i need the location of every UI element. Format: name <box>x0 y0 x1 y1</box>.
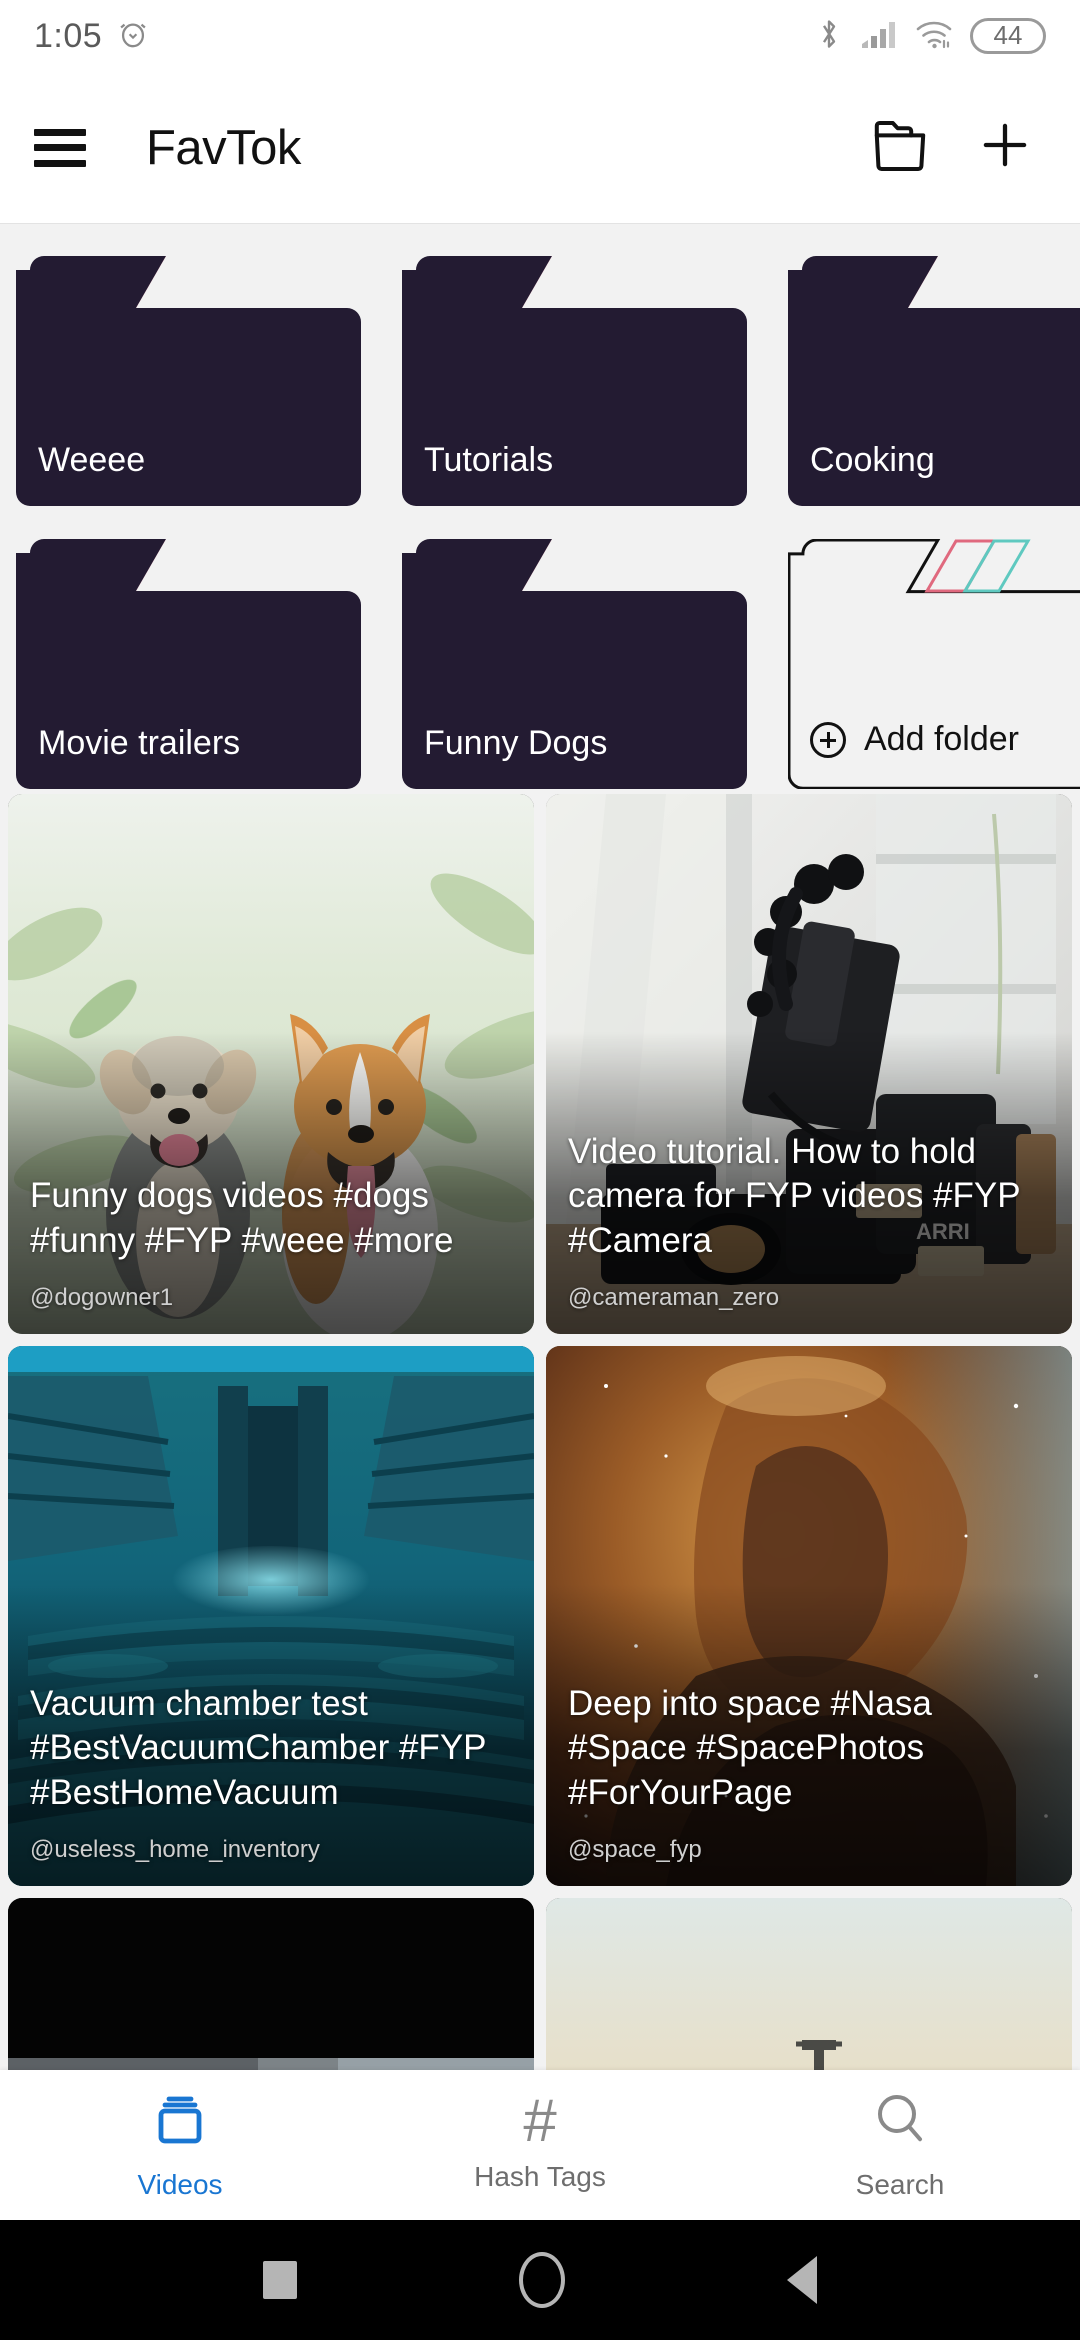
video-collection-icon <box>149 2090 211 2153</box>
search-icon <box>870 2090 930 2153</box>
plus-icon[interactable] <box>978 118 1032 177</box>
video-card[interactable] <box>8 1898 534 2070</box>
plus-circle-icon <box>810 721 846 758</box>
bottom-navigation: Videos # Hash Tags Search <box>0 2070 1080 2220</box>
triangle-back-icon[interactable] <box>787 2256 817 2304</box>
video-card[interactable]: Funny dogs videos #dogs #funny #FYP #wee… <box>8 794 534 1334</box>
video-meta: Deep into space #Nasa #Space #SpacePhoto… <box>546 1682 1072 1886</box>
video-thumbnail <box>546 1898 1072 2070</box>
square-recents-icon[interactable] <box>263 2261 297 2299</box>
video-title: Video tutorial. How to hold camera for F… <box>568 1131 1020 1261</box>
video-card[interactable] <box>546 1898 1072 2070</box>
phone-screen: 1:05 44 FavTok Weeee Tutorials Cooking M… <box>0 0 1080 2340</box>
folder-card[interactable]: Cooking <box>788 256 1080 506</box>
app-bar: FavTok <box>0 72 1080 224</box>
nav-item-hashtags[interactable]: # Hash Tags <box>360 2070 720 2220</box>
folder-label: Weeee <box>38 441 146 479</box>
app-bar-actions <box>872 118 1046 177</box>
folder-scroll-area[interactable]: Weeee Tutorials Cooking Movie trailers F… <box>0 224 1080 794</box>
video-card[interactable]: Deep into space #Nasa #Space #SpacePhoto… <box>546 1346 1072 1886</box>
video-title: Funny dogs videos #dogs #funny #FYP #wee… <box>30 1176 454 1261</box>
folder-card[interactable]: Funny Dogs <box>402 539 747 789</box>
folder-label: Funny Dogs <box>424 724 608 762</box>
video-meta: Funny dogs videos #dogs #funny #FYP #wee… <box>8 1174 534 1334</box>
nav-item-search[interactable]: Search <box>720 2070 1080 2220</box>
wifi-icon <box>914 18 954 55</box>
video-author: @dogowner1 <box>30 1284 174 1311</box>
video-author: @useless_home_inventory <box>30 1836 320 1863</box>
battery-indicator: 44 <box>970 17 1046 55</box>
folder-card[interactable]: Movie trailers <box>16 539 361 789</box>
folder-card[interactable]: Tutorials <box>402 256 747 506</box>
add-folder-card[interactable]: Add folder <box>787 538 1080 790</box>
nav-label-hashtags: Hash Tags <box>474 2161 606 2192</box>
status-bar-right: 44 <box>814 16 1046 57</box>
folder-card[interactable]: Weeee <box>16 256 361 506</box>
video-card[interactable]: Vacuum chamber test #BestVacuumChamber #… <box>8 1346 534 1886</box>
video-author: @space_fyp <box>568 1836 702 1863</box>
video-meta: Vacuum chamber test #BestVacuumChamber #… <box>8 1682 534 1886</box>
status-bar: 1:05 44 <box>0 0 1080 72</box>
folder-label: Cooking <box>810 441 935 479</box>
add-folder-label-wrap: Add folder <box>788 720 1041 789</box>
video-author: @cameraman_zero <box>568 1284 780 1311</box>
folder-icon[interactable] <box>872 119 928 176</box>
folder-grid: Weeee Tutorials Cooking Movie trailers F… <box>0 224 1080 790</box>
hash-icon: # <box>523 2087 557 2154</box>
folder-label: Movie trailers <box>38 724 241 762</box>
nav-label-videos: Videos <box>137 2168 223 2200</box>
alarm-icon <box>116 17 150 56</box>
folder-label: Tutorials <box>424 441 554 479</box>
video-grid: Funny dogs videos #dogs #funny #FYP #wee… <box>0 794 1080 2070</box>
video-title: Vacuum chamber test #BestVacuumChamber #… <box>30 1683 486 1813</box>
video-meta: Video tutorial. How to hold camera for F… <box>546 1130 1072 1334</box>
add-folder-label: Add folder <box>864 720 1019 758</box>
circle-home-icon[interactable] <box>519 2252 565 2308</box>
video-thumbnail <box>8 1898 534 2070</box>
video-title: Deep into space #Nasa #Space #SpacePhoto… <box>568 1683 932 1813</box>
hamburger-menu-icon[interactable] <box>34 128 86 167</box>
android-navigation-bar <box>0 2220 1080 2340</box>
app-title: FavTok <box>146 120 301 175</box>
cellular-signal-icon <box>860 18 898 55</box>
status-bar-left: 1:05 <box>34 17 150 56</box>
status-bar-clock: 1:05 <box>34 16 103 55</box>
nav-label-search: Search <box>855 2168 945 2200</box>
bluetooth-icon <box>814 16 844 57</box>
video-scroll-area[interactable]: Funny dogs videos #dogs #funny #FYP #wee… <box>0 794 1080 2070</box>
video-card[interactable]: ARRI Video tutorial. How to hold camera … <box>546 794 1072 1334</box>
nav-item-videos[interactable]: Videos <box>0 2070 360 2220</box>
